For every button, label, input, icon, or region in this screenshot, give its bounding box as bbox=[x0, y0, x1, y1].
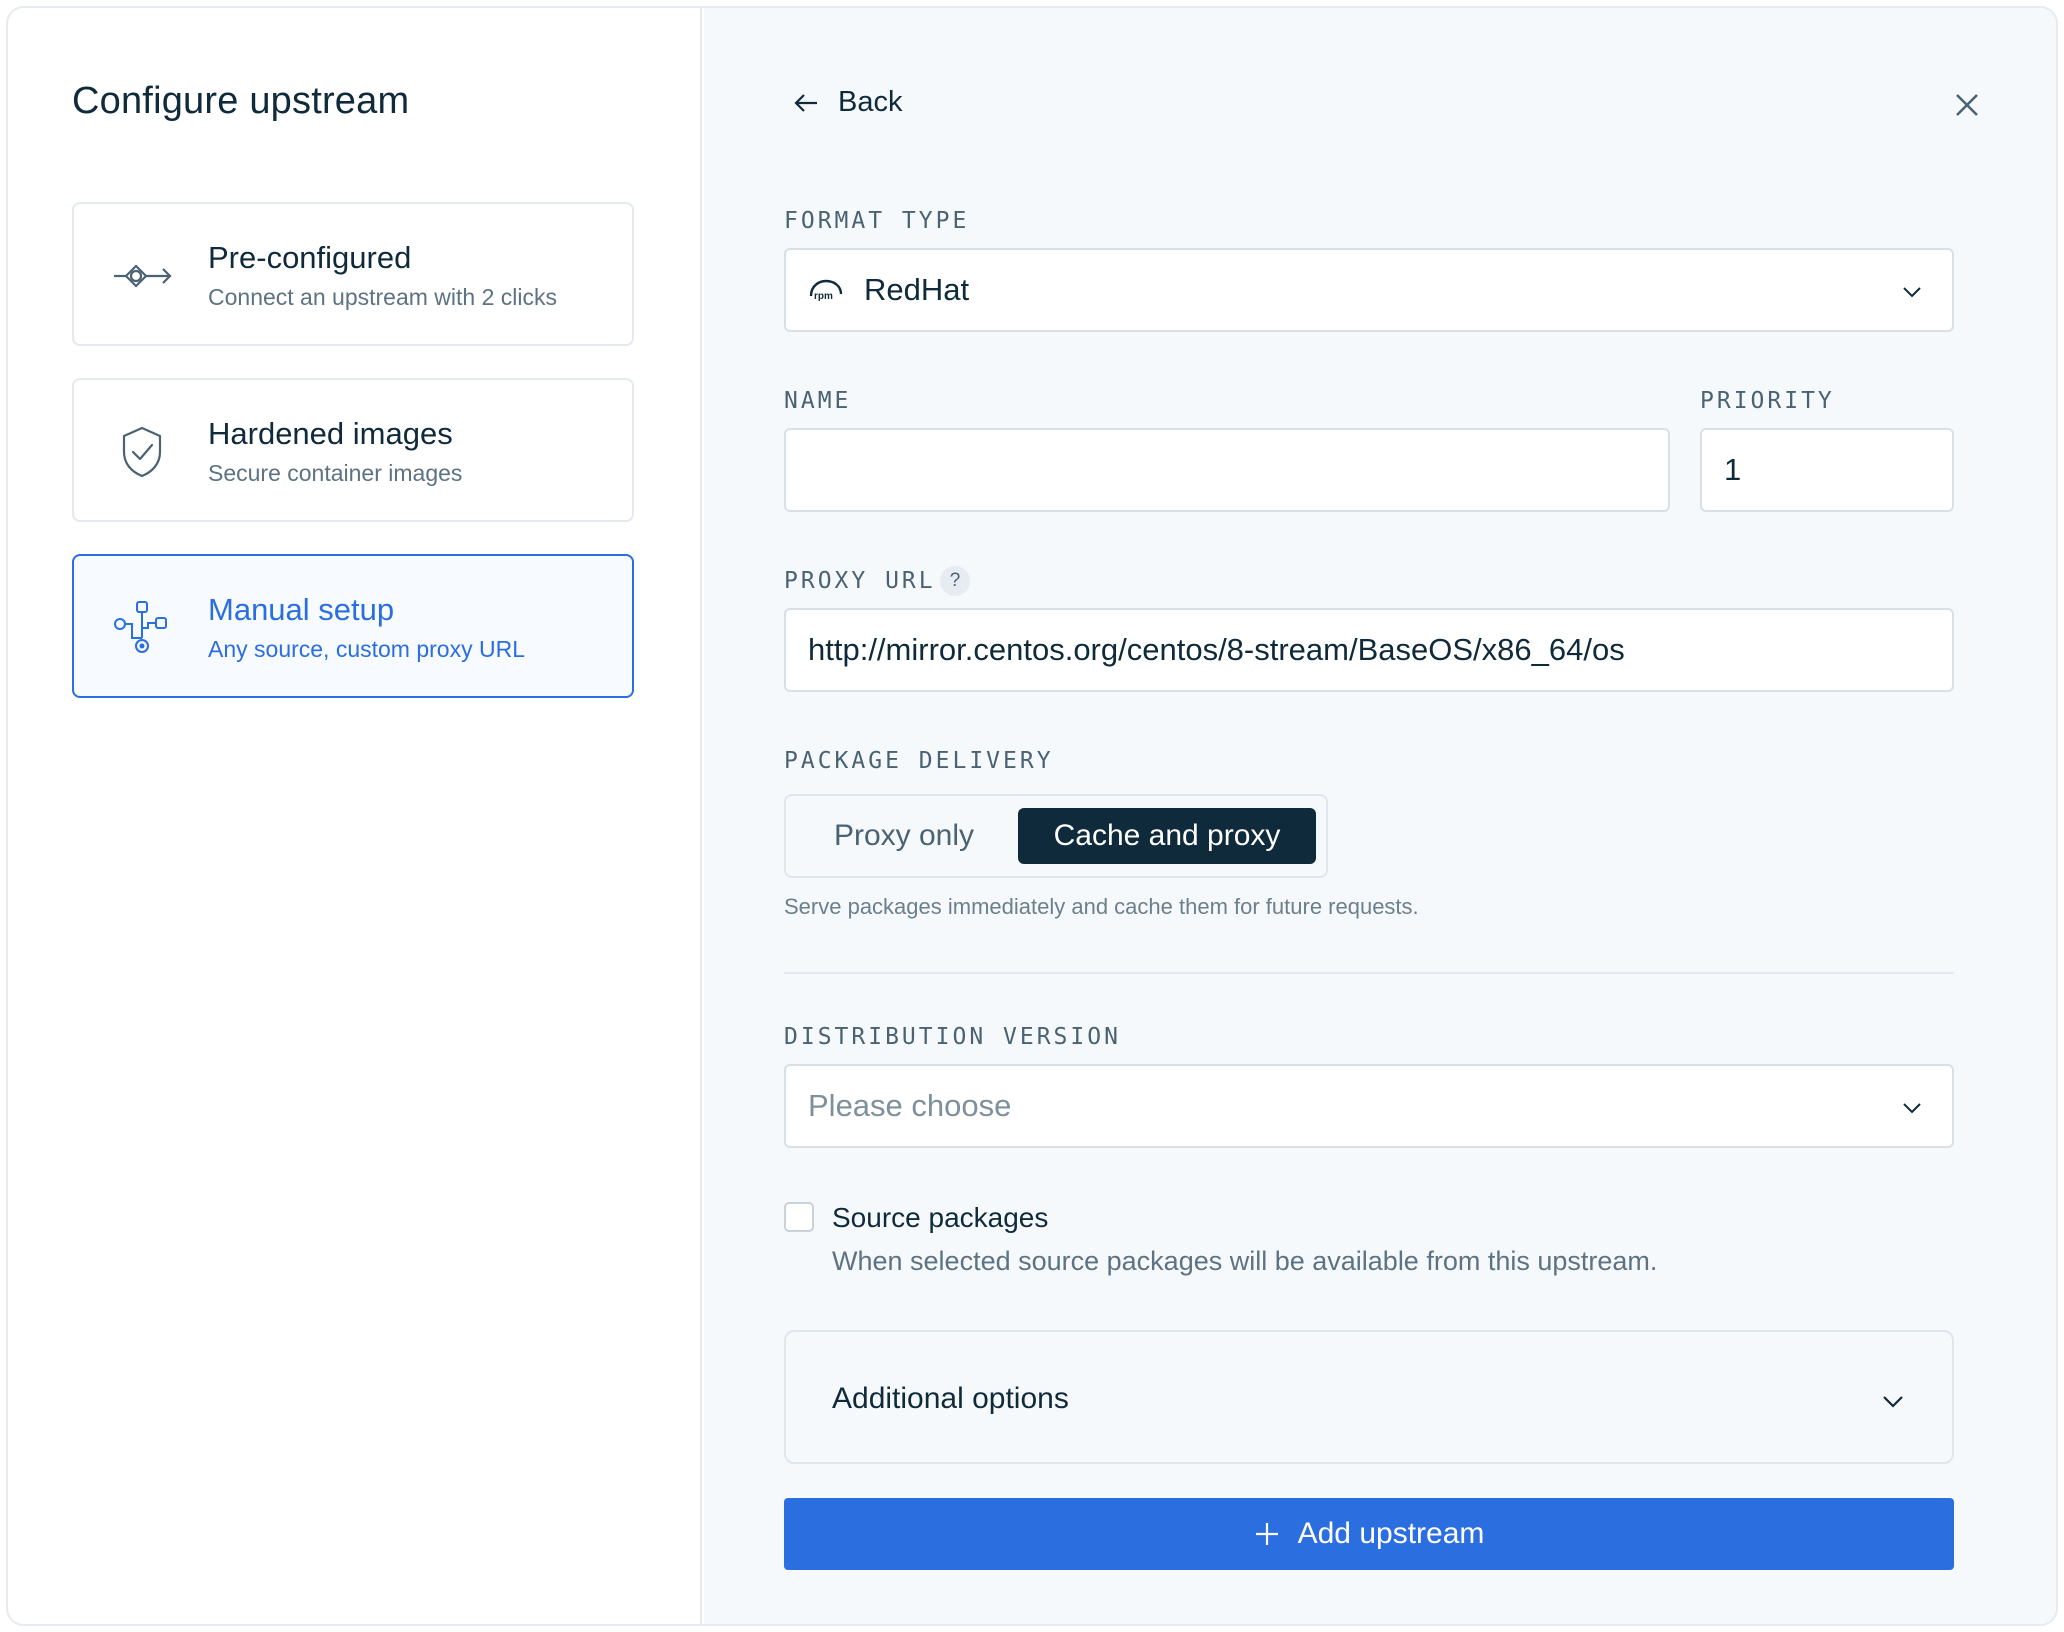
additional-options-title: Additional options bbox=[832, 1382, 1069, 1415]
additional-options-accordion[interactable]: Additional options bbox=[784, 1330, 1954, 1464]
source-packages-checkbox[interactable] bbox=[784, 1202, 814, 1232]
chevron-down-icon bbox=[1903, 1103, 1921, 1114]
chevron-down-icon bbox=[1883, 1396, 1903, 1408]
distribution-version-select[interactable]: Please choose bbox=[784, 1064, 1954, 1148]
rpm-icon: rpm bbox=[809, 279, 843, 302]
svg-text:rpm: rpm bbox=[814, 291, 833, 302]
package-delivery-toggle: Proxy only Cache and proxy bbox=[784, 794, 1328, 878]
package-delivery-helper: Serve packages immediately and cache the… bbox=[784, 894, 1419, 919]
cache-and-proxy-option[interactable]: Cache and proxy bbox=[1018, 808, 1316, 864]
upstream-type-panel: Configure upstream Pre-configured Connec… bbox=[8, 8, 702, 1624]
proxy-url-value: http://mirror.centos.org/centos/8-stream… bbox=[808, 632, 1625, 667]
format-type-value: RedHat bbox=[864, 272, 970, 307]
name-label: NAME bbox=[784, 388, 852, 414]
arrow-left-icon bbox=[794, 93, 817, 112]
priority-label: PRIORITY bbox=[1700, 388, 1835, 414]
option-hardened-images[interactable]: Hardened images Secure container images bbox=[72, 378, 634, 522]
option-title: Manual setup bbox=[208, 592, 395, 627]
distribution-version-placeholder: Please choose bbox=[808, 1088, 1012, 1123]
package-delivery-label: PACKAGE DELIVERY bbox=[784, 748, 1054, 774]
upstream-form-panel: Back FORMAT TYPE rpm RedHat NAME PRIORIT… bbox=[704, 8, 2056, 1624]
option-title: Hardened images bbox=[208, 416, 453, 451]
back-label: Back bbox=[838, 86, 903, 118]
help-icon[interactable]: ? bbox=[940, 566, 970, 596]
configure-upstream-modal: Configure upstream Pre-configured Connec… bbox=[6, 6, 2058, 1626]
option-title: Pre-configured bbox=[208, 240, 412, 275]
network-nodes-icon bbox=[114, 601, 167, 653]
proxy-only-option[interactable]: Proxy only bbox=[796, 808, 1012, 864]
option-subtitle: Secure container images bbox=[208, 460, 463, 486]
add-upstream-button[interactable]: Add upstream bbox=[784, 1498, 1954, 1570]
name-input[interactable] bbox=[784, 428, 1670, 512]
shield-check-icon bbox=[122, 426, 162, 478]
proxy-url-input[interactable]: http://mirror.centos.org/centos/8-stream… bbox=[784, 608, 1954, 692]
connector-icon bbox=[114, 264, 172, 288]
format-type-select[interactable]: rpm RedHat bbox=[784, 248, 1954, 332]
priority-input[interactable]: 1 bbox=[1700, 428, 1954, 512]
option-manual-setup[interactable]: Manual setup Any source, custom proxy UR… bbox=[72, 554, 634, 698]
chevron-down-icon bbox=[1903, 287, 1921, 298]
option-subtitle: Any source, custom proxy URL bbox=[208, 636, 526, 662]
source-packages-label: Source packages bbox=[832, 1202, 1049, 1233]
divider bbox=[784, 972, 1954, 974]
add-upstream-label: Add upstream bbox=[1297, 1517, 1485, 1550]
option-subtitle: Connect an upstream with 2 clicks bbox=[208, 284, 557, 310]
proxy-url-label: PROXY URL bbox=[784, 568, 936, 594]
source-packages-description: When selected source packages will be av… bbox=[832, 1246, 1658, 1276]
page-title: Configure upstream bbox=[72, 80, 410, 122]
priority-value: 1 bbox=[1724, 452, 1742, 487]
format-type-label: FORMAT TYPE bbox=[784, 208, 970, 234]
close-icon[interactable] bbox=[1950, 88, 1984, 122]
option-pre-configured[interactable]: Pre-configured Connect an upstream with … bbox=[72, 202, 634, 346]
back-button[interactable]: Back bbox=[792, 86, 902, 119]
plus-icon bbox=[1255, 1523, 1278, 1545]
distribution-version-label: DISTRIBUTION VERSION bbox=[784, 1024, 1121, 1050]
